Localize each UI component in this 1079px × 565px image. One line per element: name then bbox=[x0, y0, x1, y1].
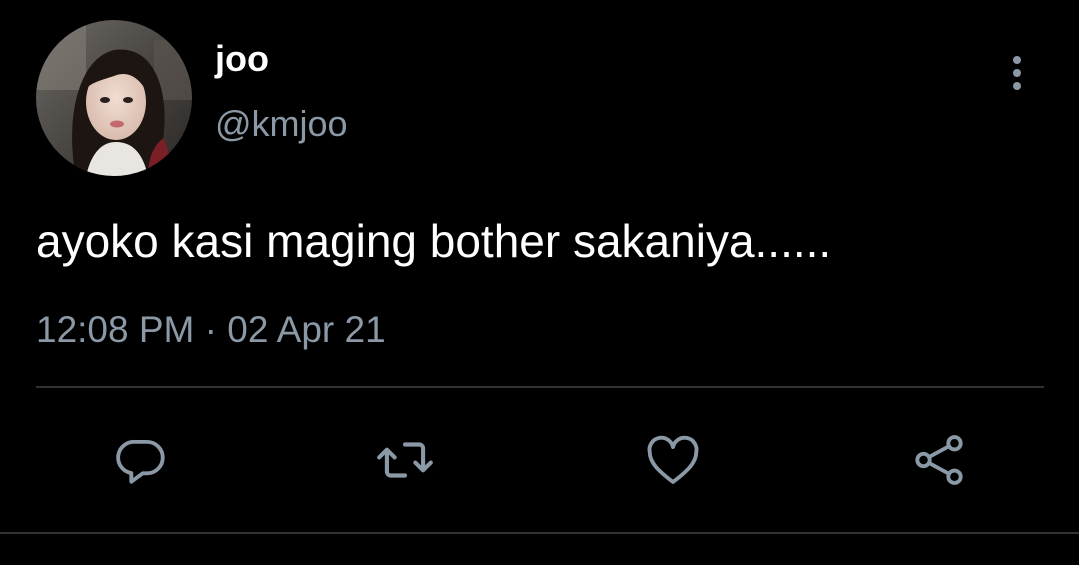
retweet-icon bbox=[377, 442, 433, 478]
heart-icon bbox=[647, 435, 699, 484]
divider bbox=[36, 386, 1044, 388]
like-button[interactable] bbox=[641, 428, 705, 492]
more-dot bbox=[1013, 69, 1021, 77]
more-vertical-icon bbox=[1013, 56, 1021, 64]
reply-icon bbox=[116, 439, 165, 484]
tweet-text: ayoko kasi maging bother sakaniya...... bbox=[36, 215, 832, 267]
avatar[interactable] bbox=[36, 20, 192, 176]
divider bbox=[0, 532, 1079, 534]
timestamp-separator: · bbox=[204, 309, 217, 350]
display-name[interactable]: joo bbox=[215, 38, 269, 80]
user-handle[interactable]: @kmjoo bbox=[215, 103, 348, 145]
avatar-image bbox=[36, 20, 192, 176]
retweet-button[interactable] bbox=[373, 428, 437, 492]
share-button[interactable] bbox=[907, 428, 971, 492]
reply-button[interactable] bbox=[109, 428, 173, 492]
more-dot bbox=[1013, 82, 1021, 90]
tweet-card: joo @kmjoo ayoko kasi maging bother saka… bbox=[0, 0, 1079, 565]
more-options-button[interactable] bbox=[1000, 50, 1034, 96]
tweet-date: 02 Apr 21 bbox=[227, 309, 386, 350]
tweet-time: 12:08 PM bbox=[36, 309, 195, 350]
tweet-timestamp[interactable]: 12:08 PM · 02 Apr 21 bbox=[36, 308, 386, 352]
share-icon bbox=[915, 435, 963, 485]
